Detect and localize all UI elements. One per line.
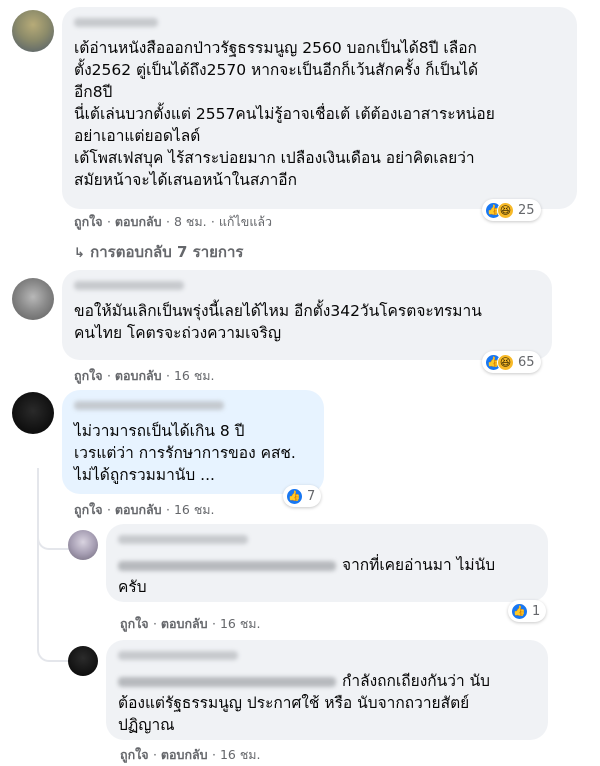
comment-text-line: อย่าเอาแต่ยอดไลด์: [74, 127, 201, 145]
comment-text-line: ไม่ได้ถูกรวมมานับ ...: [74, 466, 215, 484]
mentioned-name-blurred[interactable]: [118, 560, 336, 571]
thread-connector: [37, 598, 69, 662]
reaction-count: 1: [532, 603, 541, 619]
comment-text-line: คนไทย โคตรจะถ่วงความเจริญ: [74, 324, 282, 342]
comment-text-line: ไม่วามารถเป็นได้เกิน 8 ปี: [74, 422, 245, 440]
comment-bubble: ขอให้มันเลิกเป็นพรุ่งนี้เลยได้ไหม อีกตั้…: [62, 270, 552, 360]
avatar[interactable]: [12, 278, 54, 320]
reply-bubble: จากที่เคยอ่านมา ไม่นับ ครับ: [106, 524, 548, 602]
reaction-summary[interactable]: 👍 1: [508, 600, 547, 622]
reply-text-line: ต้องแต่รัฐธรรมนูญ ประกาศใช้ หรือ นับจากถ…: [118, 694, 470, 712]
comment-actions: ถูกใจ · ตอบกลับ · 8 ชม. · แก้ไขแล้ว: [74, 214, 273, 229]
comment-text-line: ขอให้มันเลิกเป็นพรุ่งนี้เลยได้ไหม อีกตั้…: [74, 302, 482, 320]
reply-link[interactable]: ตอบกลับ: [161, 616, 208, 631]
reply-bubble: กำลังถกเถียงกันว่า นับ ต้องแต่รัฐธรรมนูญ…: [106, 640, 548, 740]
avatar[interactable]: [12, 10, 54, 52]
reply-link[interactable]: ตอบกลับ: [161, 747, 208, 762]
reply-text-line: จากที่เคยอ่านมา ไม่นับ: [118, 554, 536, 576]
comment-text-line: นี่เต้เล่นบวกตั้งแต่ 2557คนไม่รู้อาจเชื่…: [74, 105, 495, 123]
comment-actions: ถูกใจ · ตอบกลับ · 16 ชม.: [74, 502, 215, 517]
reaction-summary[interactable]: 👍 7: [283, 485, 322, 507]
avatar[interactable]: [68, 530, 98, 560]
thread-connector: [37, 528, 69, 550]
thumbs-up-icon: 👍: [286, 487, 303, 505]
comment-text-line: เวรแต่ว่า การรักษาการของ คสช.: [74, 444, 296, 462]
avatar[interactable]: [68, 646, 98, 676]
timestamp[interactable]: 16 ชม.: [220, 747, 261, 762]
reply-text-line: ครับ: [118, 578, 147, 596]
like-link[interactable]: ถูกใจ: [120, 616, 149, 631]
comment-actions: ถูกใจ · ตอบกลับ · 16 ชม.: [74, 368, 215, 383]
reaction-count: 65: [518, 354, 535, 370]
reaction-summary[interactable]: 👍 😆 65: [482, 351, 541, 373]
author-name-blurred[interactable]: [118, 535, 248, 544]
mentioned-name-blurred[interactable]: [118, 676, 336, 687]
like-link[interactable]: ถูกใจ: [120, 747, 149, 762]
comment-text-line: อีก8ปี: [74, 83, 113, 101]
laughing-face-icon: 😆: [497, 353, 514, 371]
author-name-blurred[interactable]: [74, 401, 224, 410]
reply-actions: ถูกใจ · ตอบกลับ · 16 ชม.: [120, 616, 261, 631]
view-replies-label: การตอบกลับ 7 รายการ: [90, 243, 244, 261]
timestamp[interactable]: 16 ชม.: [174, 368, 215, 383]
laughing-face-icon: 😆: [497, 201, 514, 219]
like-link[interactable]: ถูกใจ: [74, 502, 103, 517]
like-link[interactable]: ถูกใจ: [74, 368, 103, 383]
avatar[interactable]: [12, 392, 54, 434]
reply-arrow-icon: ↳: [74, 246, 85, 261]
reply-link[interactable]: ตอบกลับ: [115, 368, 162, 383]
thumbs-up-icon: 👍: [511, 602, 528, 620]
reply-text-line: กำลังถกเถียงกันว่า นับ: [118, 670, 536, 692]
like-link[interactable]: ถูกใจ: [74, 214, 103, 229]
edited-label: แก้ไขแล้ว: [218, 214, 273, 229]
reply-text-line: ปฏิญาณ: [118, 716, 175, 734]
reply-link[interactable]: ตอบกลับ: [115, 502, 162, 517]
reply-link[interactable]: ตอบกลับ: [115, 214, 162, 229]
reply-actions: ถูกใจ · ตอบกลับ · 16 ชม.: [120, 747, 261, 762]
view-replies-button[interactable]: ↳ การตอบกลับ 7 รายการ: [74, 240, 243, 264]
timestamp[interactable]: 8 ชม.: [174, 214, 207, 229]
author-name-blurred[interactable]: [74, 281, 184, 290]
comment-text-line: เต้อ่านหนังสือออกป่าวรัฐธรรมนูญ 2560 บอก…: [74, 39, 477, 57]
reaction-count: 25: [518, 202, 535, 218]
comment-text-line: เต้โพสเฟสบุค ไร้สาระบ่อยมาก เปลืองเงินเด…: [74, 149, 475, 167]
comment-text-line: ตั้ง2562 ตู่เป็นได้ถึง2570 หากจะเป็นอีกก…: [74, 61, 479, 79]
comment-bubble: เต้อ่านหนังสือออกป่าวรัฐธรรมนูญ 2560 บอก…: [62, 7, 577, 209]
timestamp[interactable]: 16 ชม.: [220, 616, 261, 631]
comment-bubble-highlighted: ไม่วามารถเป็นได้เกิน 8 ปี เวรแต่ว่า การร…: [62, 390, 324, 494]
reaction-count: 7: [307, 488, 316, 504]
comment-text-line: สมัยหน้าจะได้เสนอหน้าในสภาอีก: [74, 171, 297, 189]
author-name-blurred[interactable]: [74, 18, 158, 27]
timestamp[interactable]: 16 ชม.: [174, 502, 215, 517]
reaction-summary[interactable]: 👍 😆 25: [482, 199, 541, 221]
author-name-blurred[interactable]: [118, 651, 238, 660]
